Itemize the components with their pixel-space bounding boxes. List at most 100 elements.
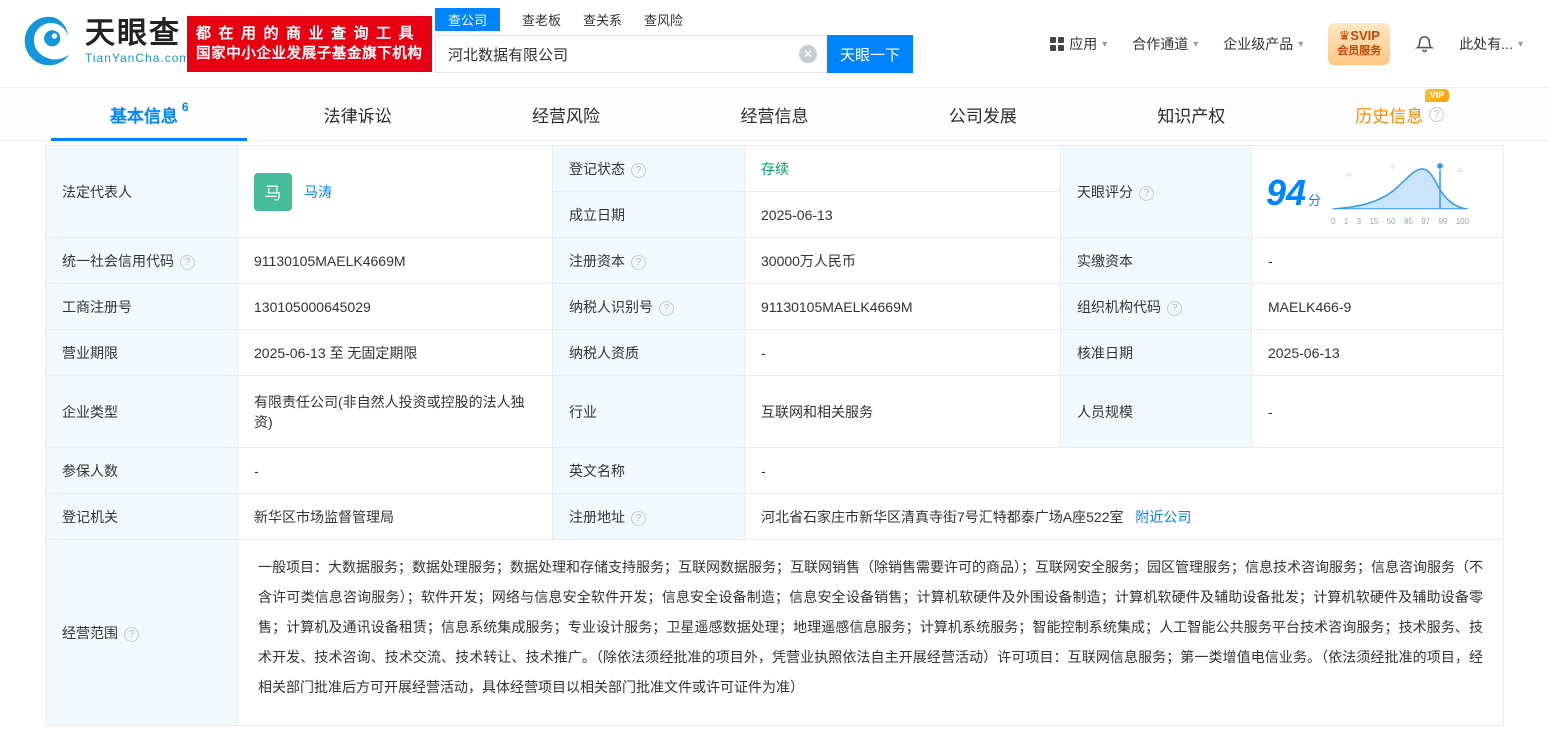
score-label: 天眼评分? — [1060, 145, 1252, 238]
taxpayer-quality-label: 纳税人资质 — [552, 329, 745, 376]
header-nav: 应用 ▾ 合作通道 ▾ 企业级产品 ▾ ♛SVIP 会员服务 此处有... ▾ — [1050, 0, 1523, 88]
help-icon[interactable]: ? — [659, 300, 674, 316]
avatar[interactable]: 马 — [254, 172, 292, 211]
score-axis-tick: 15 — [1369, 217, 1379, 226]
help-icon[interactable]: ? — [180, 254, 195, 270]
header: 天眼查 TianYanCha.com 都在用的商业查询工具 国家中小企业发展子基… — [0, 0, 1549, 88]
tianyancha-logo[interactable]: 天眼查 TianYanCha.com — [22, 14, 190, 68]
search-area: 查公司 查老板 查关系 查风险 ✕ 天眼一下 — [435, 7, 913, 73]
svip-member-badge[interactable]: ♛SVIP 会员服务 — [1328, 23, 1391, 65]
chevron-down-icon: ▾ — [1193, 38, 1199, 50]
search-tab-risk[interactable]: 查风险 — [644, 8, 683, 31]
tab-label: 公司发展 — [948, 106, 1017, 126]
table-row: 营业期限 2025-06-13 至 无固定期限 纳税人资质 - 核准日期 202… — [45, 329, 1504, 376]
tab-operating-risk[interactable]: 经营风险 — [462, 88, 670, 140]
credit-code-value: 91130105MAELK4669M — [237, 237, 553, 284]
label-text: 经营范围 — [62, 624, 118, 641]
tab-history-info[interactable]: 历史信息 VIP ? — [1296, 88, 1504, 140]
legal-rep-label: 法定代表人 — [45, 145, 238, 238]
nav-more[interactable]: 此处有... ▾ — [1459, 34, 1523, 54]
tab-company-development[interactable]: 公司发展 — [879, 88, 1087, 140]
label-text: 组织机构代码 — [1077, 298, 1161, 315]
nearby-companies-link[interactable]: 附近公司 — [1135, 509, 1191, 525]
reg-address-label: 注册地址? — [552, 493, 745, 540]
address-text: 河北省石家庄市新华区清真寺街7号汇特都泰广场A座522室 — [761, 508, 1124, 525]
taxpayer-id-label: 纳税人识别号? — [552, 283, 745, 330]
reg-status-label: 登记状态? — [552, 145, 745, 192]
reg-status-value: 存续 — [744, 145, 1061, 192]
score-distribution-chart: 0 1 3 15 50 85 97 99 100 — [1329, 159, 1471, 226]
help-icon[interactable]: ? — [631, 254, 646, 270]
company-type-value: 有限责任公司(非自然人投资或控股的法人独资) — [237, 375, 553, 448]
org-code-value: MAELK466-9 — [1251, 283, 1504, 330]
score-axis-tick: 99 — [1438, 217, 1448, 226]
table-row: 工商注册号 130105000645029 纳税人识别号? 91130105MA… — [45, 283, 1504, 330]
chevron-down-icon: ▾ — [1517, 38, 1523, 50]
nav-enterprise[interactable]: 企业级产品 ▾ — [1223, 34, 1303, 54]
tab-intellectual-property[interactable]: 知识产权 — [1087, 88, 1295, 140]
help-icon[interactable]: ? — [1429, 106, 1445, 122]
staff-size-value: - — [1251, 375, 1504, 448]
reg-authority-label: 登记机关 — [45, 493, 238, 540]
establish-date-value: 2025-06-13 — [744, 191, 1061, 238]
industry-label: 行业 — [552, 375, 745, 448]
help-icon[interactable]: ? — [1167, 300, 1182, 316]
help-icon[interactable]: ? — [124, 626, 139, 642]
score-number: 94 — [1266, 171, 1307, 213]
nav-more-label: 此处有... — [1459, 36, 1513, 52]
search-tab-relation[interactable]: 查关系 — [583, 8, 622, 31]
logo-title: 天眼查 — [85, 17, 181, 50]
approval-date-value: 2025-06-13 — [1251, 329, 1504, 376]
reg-address-value: 河北省石家庄市新华区清真寺街7号汇特都泰广场A座522室 附近公司 — [744, 493, 1504, 540]
reg-authority-value: 新华区市场监督管理局 — [237, 493, 553, 540]
nav-cooperation-label: 合作通道 — [1132, 36, 1189, 52]
tab-label: 历史信息 — [1355, 106, 1424, 126]
tab-business-info[interactable]: 经营信息 — [670, 88, 878, 140]
crown-icon: ♛ — [1338, 28, 1351, 43]
svip-sublabel: 会员服务 — [1337, 45, 1382, 57]
business-term-value: 2025-06-13 至 无固定期限 — [237, 329, 553, 376]
chevron-down-icon: ▾ — [1102, 38, 1108, 50]
english-name-label: 英文名称 — [552, 447, 745, 494]
notification-bell-icon[interactable] — [1415, 34, 1435, 54]
legal-rep-cell: 马 马涛 — [237, 145, 553, 238]
score-axis-tick: 1 — [1343, 217, 1349, 226]
search-tab-boss[interactable]: 查老板 — [522, 8, 561, 31]
reg-capital-label: 注册资本? — [552, 237, 745, 284]
help-icon[interactable]: ? — [1139, 185, 1154, 201]
tab-label: 经营信息 — [740, 106, 809, 126]
table-row: 经营范围? 一般项目：大数据服务；数据处理服务；数据处理和存储支持服务；互联网数… — [45, 539, 1504, 726]
basic-info-table: 法定代表人 马 马涛 登记状态? 存续 天眼评分? 94 分 0 1 3 15 … — [45, 145, 1504, 726]
nav-apps-label: 应用 — [1069, 36, 1098, 52]
label-text: 纳税人识别号 — [569, 298, 653, 315]
taxpayer-quality-value: - — [744, 329, 1061, 376]
help-icon[interactable]: ? — [631, 162, 646, 178]
score-unit: 分 — [1308, 192, 1322, 208]
legal-rep-link[interactable]: 马涛 — [304, 182, 332, 202]
search-box: ✕ 天眼一下 — [435, 35, 913, 73]
brand-slogan-banner: 都在用的商业查询工具 国家中小企业发展子基金旗下机构 — [187, 16, 432, 72]
score-axis-tick: 50 — [1386, 217, 1396, 226]
tab-legal-proceedings[interactable]: 法律诉讼 — [253, 88, 461, 140]
search-button[interactable]: 天眼一下 — [827, 35, 913, 73]
search-input[interactable] — [435, 35, 827, 73]
table-row: 法定代表人 马 马涛 登记状态? 存续 天眼评分? 94 分 0 1 3 15 … — [45, 145, 1504, 238]
clear-icon[interactable]: ✕ — [799, 45, 817, 63]
chevron-down-icon: ▾ — [1298, 38, 1304, 50]
org-code-label: 组织机构代码? — [1060, 283, 1252, 330]
taxpayer-id-value: 91130105MAELK4669M — [744, 283, 1061, 330]
help-icon[interactable]: ? — [631, 510, 646, 526]
table-row: 登记机关 新华区市场监督管理局 注册地址? 河北省石家庄市新华区清真寺街7号汇特… — [45, 493, 1504, 540]
tab-label: 基本信息 — [109, 106, 178, 126]
reg-number-label: 工商注册号 — [45, 283, 238, 330]
nav-cooperation[interactable]: 合作通道 ▾ — [1132, 34, 1198, 54]
score-axis-tick: 0 — [1331, 217, 1336, 226]
search-tab-company[interactable]: 查公司 — [435, 7, 501, 31]
banner-line2: 国家中小企业发展子基金旗下机构 — [196, 46, 423, 62]
nav-apps[interactable]: 应用 ▾ — [1050, 34, 1107, 54]
business-term-label: 营业期限 — [45, 329, 238, 376]
company-type-label: 企业类型 — [45, 375, 238, 448]
logo-subtitle: TianYanCha.com — [85, 51, 191, 65]
paid-capital-value: - — [1251, 237, 1504, 284]
tab-basic-info[interactable]: 基本信息 6 — [45, 88, 253, 141]
